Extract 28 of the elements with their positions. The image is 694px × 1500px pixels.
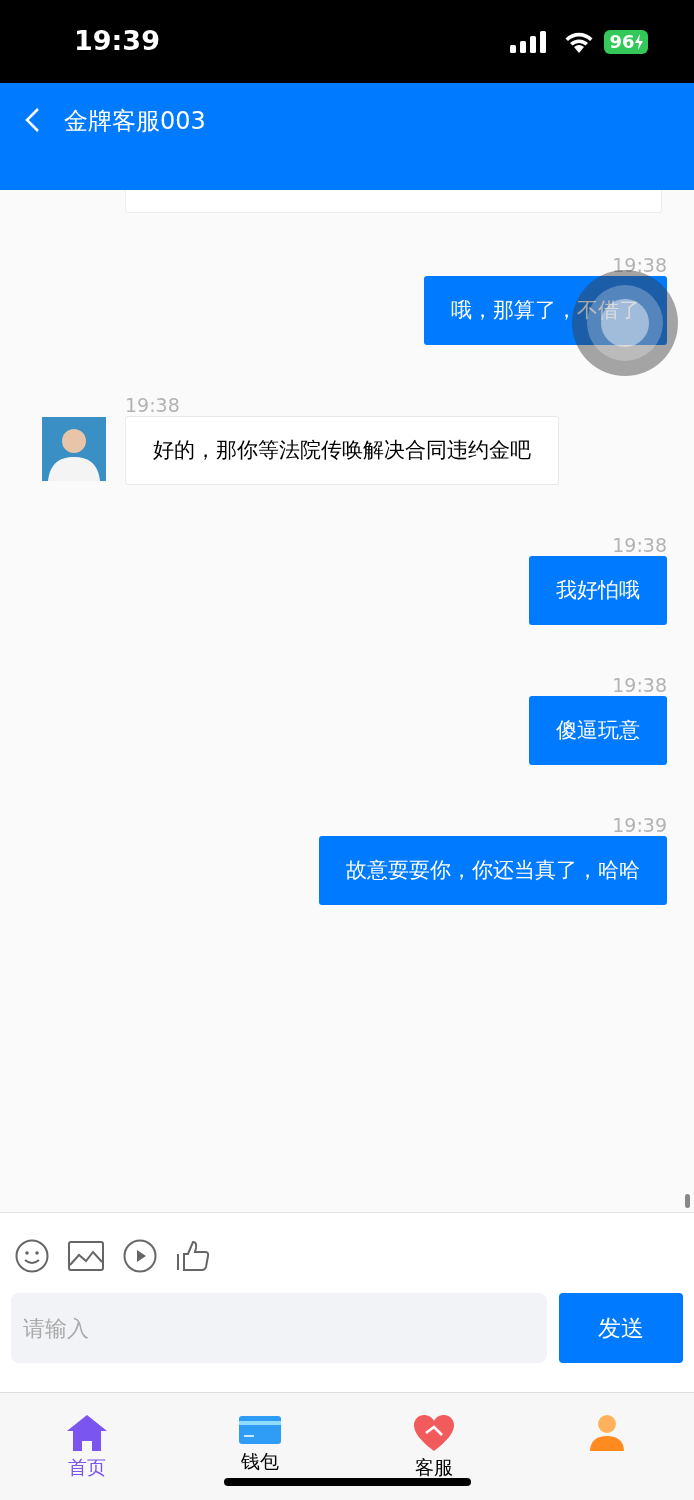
message-input[interactable]: 请输入 [11,1293,547,1363]
battery-level: 96 [609,32,635,51]
message-bubble: 傻逼玩意 [529,696,667,765]
tab-item[interactable]: 首页 [0,1393,174,1500]
chat-title: 金牌客服003 [64,106,206,137]
bolt-icon [634,33,643,50]
thumbs-up-icon[interactable] [176,1240,210,1272]
play-icon[interactable] [123,1239,157,1273]
message-time: 19:39 [612,815,667,835]
message-time: 19:38 [612,255,667,275]
avatar-icon [42,417,106,481]
send-button[interactable]: 发送 [559,1293,683,1363]
message-time: 19:38 [612,535,667,555]
heart-icon [411,1413,456,1453]
emoji-icon[interactable] [15,1239,49,1273]
back-icon[interactable] [24,107,40,133]
message-bubble: 我好怕哦 [529,556,667,625]
signal-icon [510,30,546,53]
message-bubble: 好的，那你等法院传唤解决合同违约金吧 [125,416,559,485]
clock: 19:39 [74,24,160,59]
card-icon [238,1413,283,1447]
scroll-bar [685,1194,690,1208]
message-time: 19:38 [612,675,667,695]
wifi-icon [564,30,594,53]
message-time: 19:38 [125,395,180,415]
message-bubble: 故意耍耍你，你还当真了，哈哈 [319,836,667,905]
image-icon[interactable] [68,1241,104,1271]
tab-item[interactable]: 客服 [347,1393,521,1500]
